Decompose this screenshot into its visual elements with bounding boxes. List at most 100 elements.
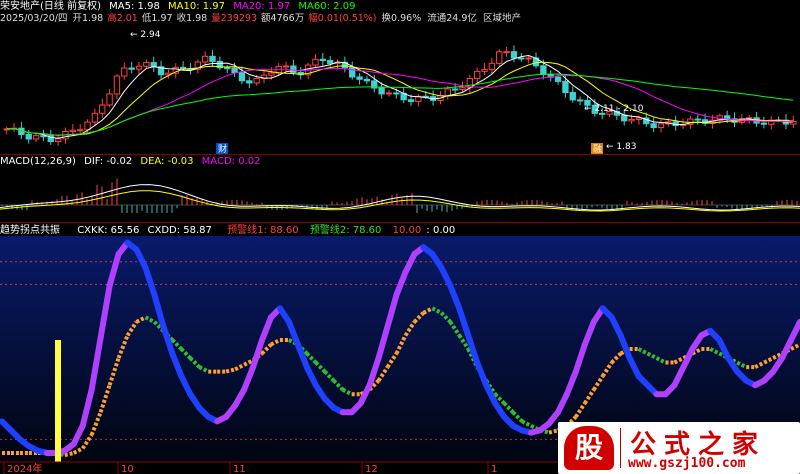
- x-axis-label: 2024年: [7, 462, 42, 474]
- cxkk-label: CXKK: 65.56: [77, 225, 140, 236]
- candle: [91, 112, 99, 123]
- stock-title[interactable]: 荣安地产(日线 前复权): [0, 1, 101, 12]
- candle: [694, 118, 701, 121]
- ma5-label: MA5: 1.98: [109, 1, 160, 12]
- candle: [444, 88, 451, 97]
- quote-date: 2025/03/20/四: [0, 13, 68, 24]
- candle: [363, 78, 371, 82]
- candle: [628, 119, 635, 122]
- candle: [525, 57, 532, 60]
- candle: [202, 55, 209, 63]
- candle: [621, 114, 628, 122]
- quote-float-cap: 流通24.9亿: [427, 13, 477, 24]
- quote-open: 开1.98: [72, 13, 104, 24]
- stock-chart-canvas: ← 2.94← 1.83← 2.11 - 2.10财融 2024年 10 11 12 1: [0, 30, 800, 474]
- panel-divider: [0, 222, 800, 223]
- candle: [326, 60, 334, 64]
- ten-label: 10.00: [392, 225, 422, 236]
- price-header: 荣安地产(日线 前复权) MA5: 1.98 MA10: 1.97 MA20: …: [0, 1, 360, 13]
- candle: [635, 117, 643, 121]
- x-axis-label: 10: [121, 464, 134, 474]
- panel-divider: [0, 154, 800, 155]
- high-price-label: ← 2.94: [130, 30, 161, 40]
- candle: [481, 68, 488, 72]
- macd-dea: DEA: -0.03: [140, 156, 194, 167]
- logo-separator: [620, 428, 621, 468]
- candle: [106, 93, 113, 106]
- candle: [650, 123, 657, 129]
- candle: [282, 65, 290, 68]
- candle: [554, 76, 562, 82]
- candle: [576, 99, 584, 102]
- macd-dif-line: [0, 184, 800, 211]
- candle: [253, 78, 260, 84]
- candle: [503, 51, 510, 54]
- quote-amount: 额4766万: [261, 13, 305, 24]
- candle: [231, 67, 238, 74]
- ma60-label: MA60: 2.09: [298, 1, 356, 12]
- candle: [209, 55, 216, 62]
- candle: [760, 122, 768, 125]
- cxdd-label: CXDD: 58.87: [147, 225, 212, 236]
- quote-volume: 量239293: [211, 13, 258, 24]
- candle: [25, 134, 32, 140]
- quote-close: 收1.98: [176, 13, 208, 24]
- quote-sector: 区域地产: [482, 13, 521, 24]
- candle: [319, 58, 326, 62]
- candle: [128, 67, 135, 70]
- candle: [246, 80, 253, 84]
- candle: [496, 51, 503, 64]
- candle: [135, 65, 143, 70]
- candle: [179, 66, 187, 70]
- logo-mark: 股: [564, 426, 614, 470]
- candle: [562, 80, 569, 94]
- candle: [54, 138, 62, 142]
- range-label: ← 2.11 - 2.10: [584, 104, 644, 114]
- quote-line: 2025/03/20/四 开1.98 高2.01 低1.97 收1.98 量23…: [0, 13, 526, 25]
- price-panel: ← 2.94← 1.83← 2.11 - 2.10财融: [3, 30, 797, 155]
- warn2-label: 预警线2: 78.60: [309, 225, 382, 236]
- zero-label: : 0.00: [426, 225, 456, 236]
- logo-url: www.gszj100.com: [628, 456, 746, 471]
- candle: [569, 92, 576, 101]
- quote-low: 低1.97: [141, 13, 173, 24]
- candle: [407, 99, 415, 103]
- candle: [312, 58, 319, 66]
- macd-title[interactable]: MACD(12,26,9): [0, 156, 76, 167]
- ma10-label: MA10: 1.97: [168, 1, 226, 12]
- candle: [459, 87, 466, 90]
- macd-dif: DIF: -0.02: [84, 156, 133, 167]
- candle: [385, 92, 393, 95]
- x-axis-label: 1: [491, 464, 497, 474]
- indicator-title[interactable]: 趋势拐点共振: [0, 225, 60, 236]
- quote-turnover: 换0.96%: [381, 13, 422, 24]
- candle: [268, 72, 275, 76]
- candle: [121, 67, 128, 77]
- quote-change: 幅0.01(0.51%): [308, 13, 377, 24]
- candle: [488, 62, 496, 70]
- candle: [378, 87, 385, 95]
- low-price-label: ← 1.83: [606, 142, 636, 152]
- candle: [540, 65, 547, 75]
- candle: [32, 135, 40, 140]
- macd-header: MACD(12,26,9) DIF: -0.02 DEA: -0.03 MACD…: [0, 156, 265, 168]
- macd-value: MACD: 0.02: [201, 156, 261, 167]
- candle: [451, 88, 459, 91]
- candle: [518, 57, 525, 60]
- candle: [238, 72, 246, 82]
- ma20-label: MA20: 1.97: [233, 1, 291, 12]
- candle: [393, 92, 400, 95]
- candle: [99, 104, 106, 114]
- candle: [69, 129, 77, 133]
- candle: [657, 123, 665, 129]
- candle: [510, 51, 518, 59]
- x-axis-label: 12: [365, 464, 378, 474]
- indicator-header: 趋势拐点共振 CXKK: 65.56 CXDD: 58.87 预警线1: 88.…: [0, 225, 460, 237]
- candle: [113, 75, 121, 95]
- macd-dea-line: [0, 190, 800, 212]
- candle: [290, 65, 297, 73]
- candle: [77, 129, 84, 132]
- x-axis-label: 11: [233, 464, 246, 474]
- candle: [474, 70, 481, 80]
- signal-bar: [55, 340, 61, 462]
